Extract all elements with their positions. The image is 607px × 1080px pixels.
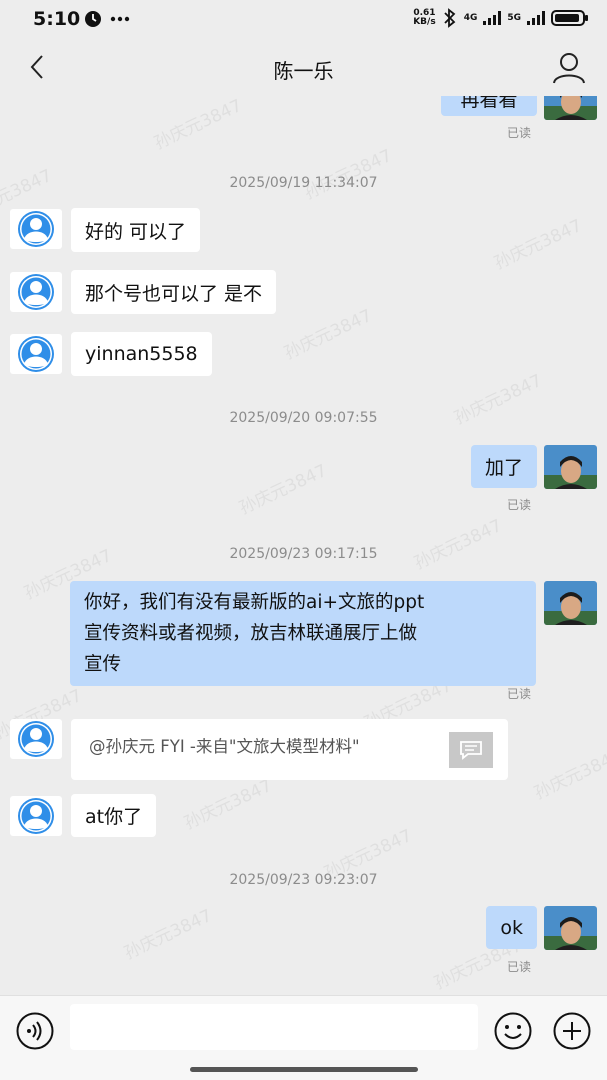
default-user-avatar-icon (18, 336, 54, 372)
contact-avatar[interactable] (10, 334, 62, 374)
message-input[interactable] (70, 1004, 478, 1050)
contact-avatar[interactable] (10, 719, 62, 759)
message-text: 加了 (484, 457, 523, 479)
my-avatar[interactable] (544, 445, 597, 489)
voice-button[interactable] (15, 1011, 55, 1051)
message-text: yinnan5558 (85, 343, 198, 365)
smile-icon (494, 1012, 532, 1050)
read-receipt: 已读 (506, 960, 531, 974)
contact-avatar[interactable] (10, 796, 62, 836)
voice-icon (16, 1012, 54, 1050)
portrait-photo (544, 581, 597, 625)
status-time: 5:10 (33, 8, 81, 30)
default-user-avatar-icon (18, 211, 54, 247)
message-text: 那个号也可以了 是不 (85, 282, 263, 305)
watermark: 孙庆元3847 (301, 145, 396, 204)
watermark: 孙庆元3847 (411, 515, 506, 574)
message-partial-wrapper: 再看看 (0, 96, 607, 120)
watermark: 孙庆元3847 (491, 215, 586, 274)
status-bar: 5:10 0.61 KB/s 4G 5G (0, 0, 607, 40)
emoji-button[interactable] (493, 1011, 533, 1051)
signal-5g-icon (527, 11, 545, 25)
default-user-avatar-icon (18, 798, 54, 834)
message-text: 再看看 (460, 96, 518, 111)
message-bubble[interactable]: 加了 (470, 445, 537, 488)
chat-header: 陈一乐 (0, 40, 607, 96)
watermark: 孙庆元3847 (281, 305, 376, 364)
timestamp: 2025/09/19 11:34:07 (229, 175, 378, 191)
net-speed: 0.61 KB/s (413, 9, 435, 27)
my-avatar[interactable] (544, 906, 597, 950)
portrait-photo (544, 96, 597, 120)
watermark: 孙庆元3847 (181, 775, 276, 834)
card-text: @孙庆元 FYI -来自"文旅大模型材料" (89, 737, 360, 756)
status-left-icons (84, 10, 130, 28)
person-icon (553, 53, 585, 84)
chat-title: 陈一乐 (273, 59, 334, 83)
portrait-photo (544, 906, 597, 950)
message-bubble[interactable]: at你了 (71, 794, 157, 837)
message-bubble[interactable]: 那个号也可以了 是不 (71, 270, 277, 314)
message-line: 你好，我们有没有最新版的ai+文旅的ppt (84, 592, 425, 613)
watermark: 孙庆元3847 (531, 745, 607, 804)
mention-card[interactable]: @孙庆元 FYI -来自"文旅大模型材料" (71, 719, 508, 780)
message-line: 宣传资料或者视频，放吉林联通展厅上做 (84, 623, 418, 644)
message-bubble[interactable]: 好的 可以了 (71, 208, 201, 252)
network-4g-label: 4G (463, 13, 478, 23)
my-avatar[interactable] (544, 96, 597, 120)
net-speed-unit: KB/s (413, 17, 436, 27)
portrait-photo (544, 445, 597, 489)
message-bubble[interactable]: 再看看 (441, 96, 537, 116)
contact-avatar[interactable] (10, 272, 62, 312)
timestamp: 2025/09/23 09:23:07 (229, 872, 378, 888)
read-receipt: 已读 (506, 126, 531, 140)
timestamp: 2025/09/23 09:17:15 (229, 546, 378, 562)
my-avatar[interactable] (544, 581, 597, 625)
timestamp: 2025/09/20 09:07:55 (229, 410, 378, 426)
message-bubble[interactable]: yinnan5558 (71, 332, 212, 376)
home-indicator[interactable] (190, 1067, 418, 1072)
profile-button[interactable] (551, 50, 587, 86)
plus-icon (553, 1012, 591, 1050)
read-receipt: 已读 (506, 687, 531, 701)
watermark: 孙庆元3847 (236, 460, 331, 519)
status-right-icons: 0.61 KB/s 4G 5G (413, 8, 589, 28)
message-line: 宣传 (84, 654, 122, 675)
message-icon (460, 741, 482, 760)
signal-4g-icon (483, 11, 502, 25)
contact-avatar[interactable] (10, 209, 62, 249)
message-text: 好的 可以了 (85, 220, 187, 243)
card-icon-box (449, 732, 493, 768)
message-bubble[interactable]: ok (486, 906, 537, 949)
default-user-avatar-icon (18, 274, 54, 310)
watermark: 孙庆元3847 (121, 905, 216, 964)
battery-icon (551, 10, 588, 26)
more-dots-icon (110, 16, 130, 22)
message-bubble[interactable]: 你好，我们有没有最新版的ai+文旅的ppt 宣传资料或者视频，放吉林联通展厅上做… (70, 581, 536, 686)
message-text: ok (500, 916, 523, 939)
message-text: at你了 (85, 806, 143, 828)
network-5g-label: 5G (507, 13, 521, 23)
bluetooth-icon (444, 8, 456, 28)
add-button[interactable] (552, 1011, 592, 1051)
read-receipt: 已读 (506, 498, 531, 512)
timer-icon (85, 11, 101, 27)
default-user-avatar-icon (18, 721, 54, 757)
